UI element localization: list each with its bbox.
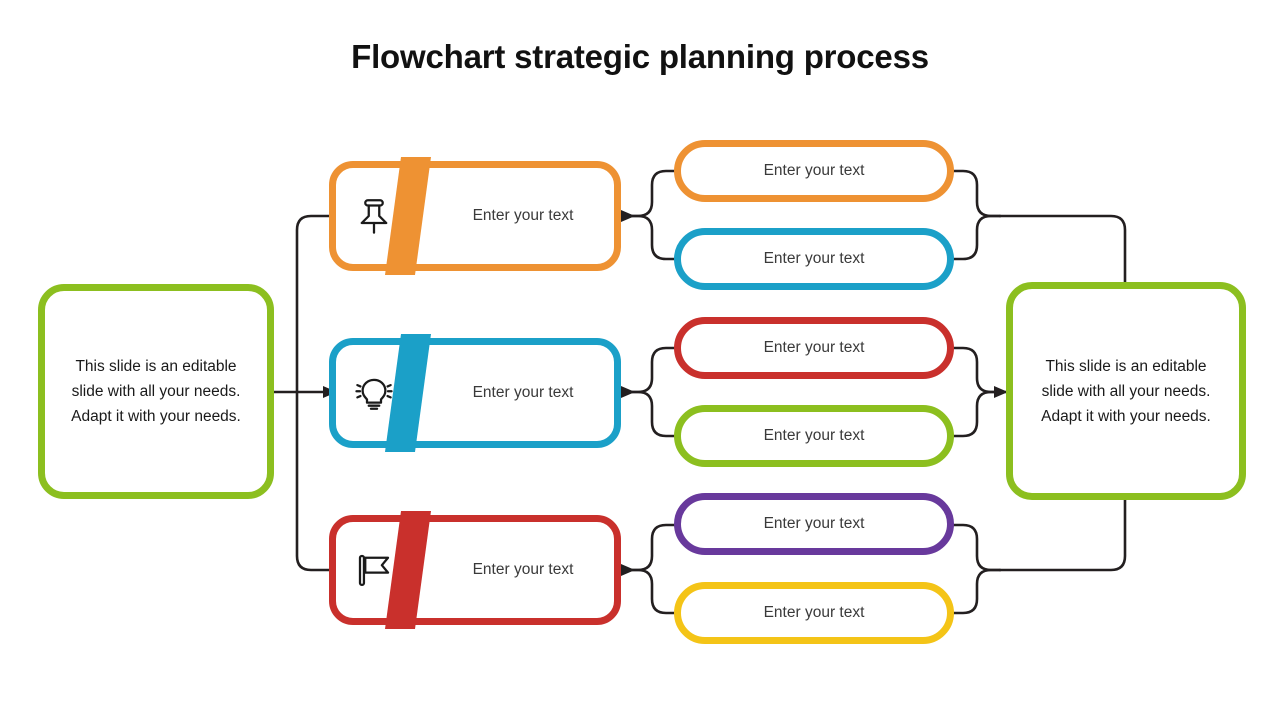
connector-stage-2-to-pill-4 <box>619 523 676 572</box>
left-description-line-2: slide with all your needs. <box>71 383 241 400</box>
lightbulb-icon <box>343 338 405 448</box>
connector-pill-4-to-merge-bottom <box>952 523 1002 572</box>
pill-6-label: Enter your text <box>763 604 865 621</box>
pill-1-label: Enter your text <box>763 162 865 179</box>
connector-stage-0-to-pill-1 <box>619 214 676 261</box>
flag-icon <box>343 515 405 625</box>
pill-6[interactable]: Enter your text <box>674 582 954 644</box>
connector-stage-1-to-pill-2 <box>619 346 676 394</box>
left-description-text: This slide is an editable slide with all… <box>57 354 255 429</box>
connector-pill-0-to-merge-top <box>952 169 1002 218</box>
connector-stage-0-to-pill-0 <box>619 169 676 218</box>
pill-2-label: Enter your text <box>763 250 865 267</box>
stage-row-1[interactable]: Enter your text <box>329 157 621 275</box>
right-description-line-3: Adapt it with your needs. <box>1041 407 1211 425</box>
arrowhead-stage-0-branch <box>621 210 635 222</box>
connector-stage-1-to-pill-3 <box>619 390 676 438</box>
connector-left-to-stage-2 <box>295 390 331 572</box>
right-description-line-2: slide with all your needs. <box>1041 382 1211 400</box>
left-description-line-3: Adapt it with your needs. <box>71 408 241 425</box>
connector-pill-2-to-merge-mid <box>952 346 1002 394</box>
page-title: Flowchart strategic planning process <box>351 38 929 75</box>
right-description-line-1: This slide is an editable <box>1045 357 1207 375</box>
stage-row-3-label: Enter your text <box>472 561 574 578</box>
left-description-box[interactable]: This slide is an editable slide with all… <box>38 284 274 499</box>
left-description-line-1: This slide is an editable <box>75 358 237 375</box>
arrowhead-stage-2-branch <box>621 564 635 576</box>
stage-row-2-label: Enter your text <box>472 384 574 401</box>
pill-3-label: Enter your text <box>763 339 865 356</box>
pill-5[interactable]: Enter your text <box>674 493 954 555</box>
connector-pill-5-to-merge-bottom <box>952 568 1002 615</box>
pill-4-label: Enter your text <box>763 427 865 444</box>
arrowhead-stage-1-branch <box>621 386 635 398</box>
pill-4[interactable]: Enter your text <box>674 405 954 467</box>
pushpin-icon <box>343 161 405 271</box>
stage-row-3[interactable]: Enter your text <box>329 511 621 629</box>
connector-merge-bottom-to-right-box <box>998 498 1127 572</box>
connector-pill-3-to-merge-mid <box>952 390 1002 438</box>
connector-stage-2-to-pill-5 <box>619 568 676 615</box>
pill-3[interactable]: Enter your text <box>674 317 954 379</box>
connector-pill-1-to-merge-top <box>952 214 1002 261</box>
stage-row-1-label: Enter your text <box>472 207 574 224</box>
right-description-box[interactable]: This slide is an editable slide with all… <box>1006 282 1246 500</box>
stage-row-2[interactable]: Enter your text <box>329 334 621 452</box>
connector-left-to-stage-0 <box>295 214 331 394</box>
right-description-text: This slide is an editable slide with all… <box>1027 354 1225 429</box>
slide-canvas: Flowchart strategic planning process Thi… <box>0 0 1280 720</box>
pill-1[interactable]: Enter your text <box>674 140 954 202</box>
pill-5-label: Enter your text <box>763 515 865 532</box>
connector-merge-top-to-right-box <box>998 214 1127 286</box>
pill-2[interactable]: Enter your text <box>674 228 954 290</box>
